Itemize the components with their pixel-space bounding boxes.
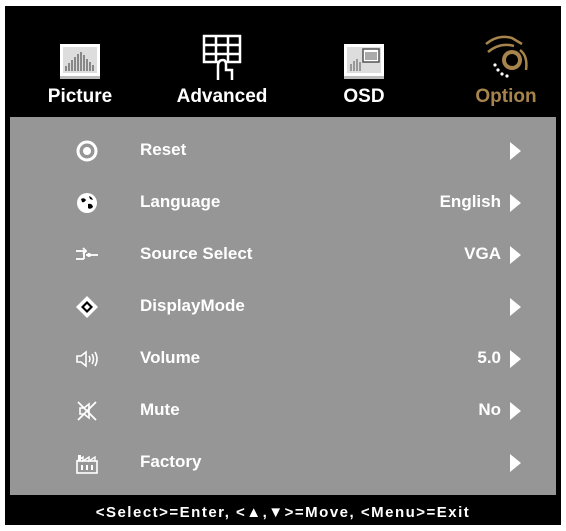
osd-window-icon bbox=[344, 44, 384, 79]
factory-icon bbox=[76, 455, 98, 474]
option-hand-dial-icon bbox=[485, 35, 528, 78]
picture-icon bbox=[60, 44, 100, 79]
menu-item-label: Source Select bbox=[140, 244, 253, 263]
menu-item-factory[interactable]: Factory bbox=[10, 437, 556, 489]
menu-item-display-mode[interactable]: DisplayMode bbox=[10, 281, 556, 333]
chevron-right-icon bbox=[510, 298, 521, 316]
menu-item-mute[interactable]: Mute No bbox=[10, 385, 556, 437]
menu-item-label: Reset bbox=[140, 140, 187, 159]
osd-menu: Picture Advanced OSD Option Reset Langua… bbox=[5, 6, 561, 525]
chevron-right-icon bbox=[510, 194, 521, 212]
menu-item-language[interactable]: Language English bbox=[10, 177, 556, 229]
menu-item-reset[interactable]: Reset bbox=[10, 125, 556, 177]
chevron-right-icon bbox=[510, 246, 521, 264]
chevron-right-icon bbox=[510, 454, 521, 472]
menu-item-label: Mute bbox=[140, 400, 180, 419]
chevron-right-icon bbox=[510, 142, 521, 160]
option-menu-panel: Reset Language English Source Select VGA… bbox=[10, 117, 556, 495]
mute-icon bbox=[77, 401, 97, 421]
globe-icon bbox=[77, 193, 97, 213]
tab-picture-label: Picture bbox=[47, 86, 113, 107]
reset-icon bbox=[76, 140, 98, 162]
menu-item-label: DisplayMode bbox=[140, 296, 245, 315]
menu-item-label: Factory bbox=[140, 452, 202, 471]
menu-item-value: VGA bbox=[464, 244, 501, 263]
tab-osd[interactable]: OSD bbox=[309, 24, 419, 114]
tab-advanced[interactable]: Advanced bbox=[167, 24, 277, 114]
tab-option-label: Option bbox=[475, 86, 537, 107]
menu-item-value: No bbox=[478, 400, 501, 419]
menu-item-label: Volume bbox=[140, 348, 201, 367]
tab-osd-label: OSD bbox=[343, 86, 385, 107]
menu-item-volume[interactable]: Volume 5.0 bbox=[10, 333, 556, 385]
menu-item-source-select[interactable]: Source Select VGA bbox=[10, 229, 556, 281]
chevron-right-icon bbox=[510, 402, 521, 420]
chevron-right-icon bbox=[510, 350, 521, 368]
menu-item-value: English bbox=[439, 192, 501, 211]
tab-picture[interactable]: Picture bbox=[25, 24, 135, 114]
tab-bar: Picture Advanced OSD Option bbox=[5, 6, 561, 114]
tab-advanced-label: Advanced bbox=[176, 86, 268, 107]
display-mode-icon bbox=[76, 296, 98, 318]
menu-item-value: 5.0 bbox=[477, 348, 501, 367]
source-select-icon bbox=[76, 247, 98, 260]
tab-option[interactable]: Option bbox=[451, 24, 561, 114]
key-hint-footer: <Select>=Enter, <▲,▼>=Move, <Menu>=Exit bbox=[95, 504, 471, 521]
speaker-icon bbox=[76, 350, 98, 368]
advanced-grid-hand-icon bbox=[202, 34, 242, 80]
menu-item-label: Language bbox=[140, 192, 221, 211]
